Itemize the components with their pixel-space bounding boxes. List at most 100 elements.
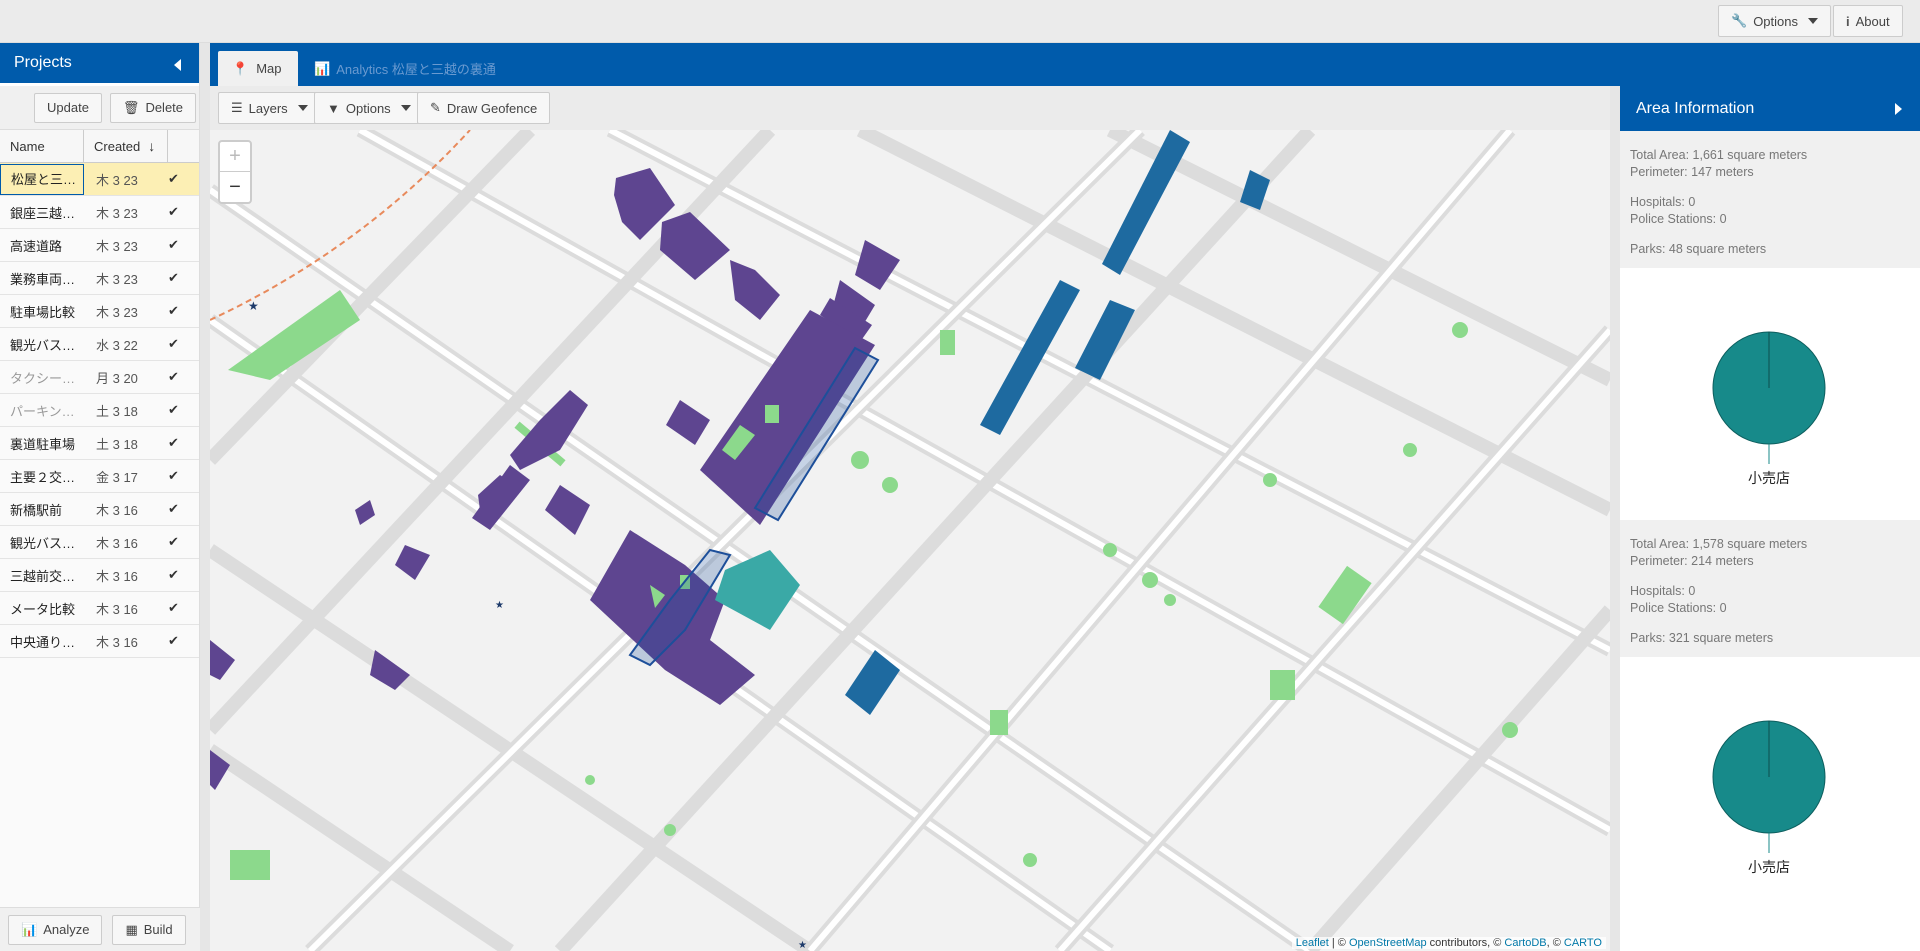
build-button[interactable]: ▦ Build [112, 914, 186, 945]
attribution-sep-2: , © [1546, 937, 1564, 949]
project-created: 木 3 16 [96, 535, 138, 551]
check-icon[interactable]: ✔ [168, 468, 192, 484]
tab-analytics[interactable]: 📊 Analytics 松屋と三越の裏通 [306, 51, 496, 86]
project-name: 観光バス… [10, 535, 76, 551]
check-icon[interactable]: ✔ [168, 237, 192, 253]
projects-grid-header: Name Created ↓ [0, 130, 199, 163]
check-icon[interactable]: ✔ [168, 567, 192, 583]
about-button[interactable]: i About [1833, 5, 1903, 37]
osm-link[interactable]: OpenStreetMap [1349, 937, 1427, 949]
project-created: 木 3 23 [96, 304, 138, 320]
table-row[interactable]: 高速道路 木 3 23 ✔ [0, 229, 199, 262]
project-name: 駐車場比較 [10, 304, 76, 320]
column-name-label: Name [10, 138, 45, 154]
project-name: メータ比較 [10, 601, 76, 617]
options-menu-button[interactable]: 🔧 Options [1718, 5, 1831, 37]
table-row[interactable]: 三越前交… 木 3 16 ✔ [0, 559, 199, 592]
delete-button[interactable]: 🗑 Delete [109, 92, 197, 123]
table-row[interactable]: タクシー… 月 3 20 ✔ [0, 361, 199, 394]
sort-down-icon: ↓ [148, 138, 156, 154]
table-row[interactable]: 駐車場比較 木 3 23 ✔ [0, 295, 199, 328]
table-row[interactable]: 裏道駐車場 土 3 18 ✔ [0, 427, 199, 460]
left-splitter[interactable] [200, 43, 210, 951]
column-name[interactable]: Name [0, 130, 84, 162]
project-name: 主要２交… [10, 469, 76, 485]
table-row[interactable]: 銀座三越… 木 3 23 ✔ [0, 196, 199, 229]
delete-label: Delete [145, 100, 184, 115]
check-icon[interactable]: ✔ [168, 600, 192, 616]
table-row[interactable]: 観光バス… 木 3 16 ✔ [0, 526, 199, 559]
table-row[interactable]: 中央通り… 木 3 16 ✔ [0, 625, 199, 658]
check-icon[interactable]: ✔ [168, 336, 192, 352]
table-row[interactable]: 新橋駅前 木 3 16 ✔ [0, 493, 199, 526]
table-row[interactable]: パーキン… 土 3 18 ✔ [0, 394, 199, 427]
check-icon[interactable]: ✔ [168, 534, 192, 550]
draw-geofence-button[interactable]: ✎ Draw Geofence [417, 92, 551, 124]
leaflet-link[interactable]: Leaflet [1296, 937, 1329, 949]
carto-link[interactable]: CARTO [1564, 937, 1602, 949]
tab-analytics-label: Analytics 松屋と三越の裏通 [336, 62, 496, 77]
column-created[interactable]: Created ↓ [84, 130, 168, 162]
svg-text:★: ★ [798, 940, 807, 951]
check-icon[interactable]: ✔ [168, 303, 192, 319]
layers-label: Layers [248, 100, 288, 116]
top-bar: 🔧 Options i About [0, 0, 1920, 43]
parks: Parks: 321 square meters [1630, 631, 1774, 645]
police-stations: Police Stations: 0 [1630, 601, 1727, 615]
project-created: 月 3 20 [96, 370, 138, 386]
police-stations: Police Stations: 0 [1630, 212, 1727, 226]
total-area: Total Area: 1,578 square meters [1630, 537, 1808, 551]
project-created: 土 3 18 [96, 436, 138, 452]
pie-label: 小売店 [1748, 471, 1790, 487]
perimeter: Perimeter: 147 meters [1630, 165, 1754, 179]
project-created: 木 3 23 [96, 205, 138, 221]
table-row[interactable]: 主要２交… 金 3 17 ✔ [0, 460, 199, 493]
check-icon[interactable]: ✔ [168, 171, 192, 187]
project-created: 金 3 17 [96, 469, 138, 485]
collapse-left-icon[interactable] [174, 59, 181, 71]
check-icon[interactable]: ✔ [168, 270, 192, 286]
map-view[interactable]: ★ ★ ★ + − Leaflet | © OpenStreetMap cont… [210, 130, 1610, 951]
table-row[interactable]: 松屋と三… 木 3 23 ✔ [0, 163, 199, 196]
project-created: 木 3 23 [96, 238, 138, 254]
update-button[interactable]: Update [34, 92, 102, 123]
check-icon[interactable]: ✔ [168, 204, 192, 220]
layers-button[interactable]: ☰ Layers [218, 92, 321, 124]
analyze-button[interactable]: 📊 Analyze [8, 914, 103, 945]
area-stats: Total Area: 1,661 square meters Perimeter… [1620, 131, 1920, 268]
pie-label: 小売店 [1748, 860, 1790, 876]
zoom-out-button[interactable]: − [220, 172, 250, 202]
map-canvas[interactable]: ★ ★ ★ [210, 130, 1610, 951]
project-created: 木 3 23 [96, 271, 138, 287]
right-splitter[interactable] [1610, 86, 1620, 951]
table-row[interactable]: 観光バス… 水 3 22 ✔ [0, 328, 199, 361]
check-icon[interactable]: ✔ [168, 369, 192, 385]
check-icon[interactable]: ✔ [168, 501, 192, 517]
perimeter: Perimeter: 214 meters [1630, 554, 1754, 568]
project-created: 木 3 16 [96, 601, 138, 617]
projects-header: Projects [0, 43, 199, 86]
cartodb-link[interactable]: CartoDB [1504, 937, 1546, 949]
collapse-right-icon[interactable] [1895, 103, 1902, 115]
project-created: 木 3 16 [96, 634, 138, 650]
tab-map[interactable]: 📍 Map [218, 51, 298, 86]
check-icon[interactable]: ✔ [168, 435, 192, 451]
area-stats: Total Area: 1,578 square meters Perimeter… [1620, 520, 1920, 657]
table-row[interactable]: メータ比較 木 3 16 ✔ [0, 592, 199, 625]
zoom-in-button[interactable]: + [220, 142, 250, 172]
svg-text:★: ★ [495, 600, 504, 611]
area-info-panel: Area Information Total Area: 1,661 squar… [1620, 86, 1920, 951]
check-icon[interactable]: ✔ [168, 633, 192, 649]
project-name: 松屋と三… [0, 163, 84, 195]
project-name: 銀座三越… [10, 205, 76, 221]
map-options-button[interactable]: ▼ Options [314, 92, 424, 124]
analyze-label: Analyze [43, 922, 90, 937]
map-toolbar: ☰ Layers ▼ Options ✎ Draw Geofence [210, 86, 1620, 130]
edit-icon: ✎ [430, 100, 441, 115]
check-icon[interactable]: ✔ [168, 402, 192, 418]
caret-down-icon [1808, 18, 1818, 24]
project-created: 木 3 16 [96, 568, 138, 584]
projects-grid-body: 松屋と三… 木 3 23 ✔ 銀座三越… 木 3 23 ✔ 高速道路木 3 23 ✔ 業務車両…… [0, 163, 199, 658]
projects-panel: Projects Update 🗑 Delete Name Created ↓ 松… [0, 43, 200, 951]
table-row[interactable]: 業務車両… 木 3 23 ✔ [0, 262, 199, 295]
